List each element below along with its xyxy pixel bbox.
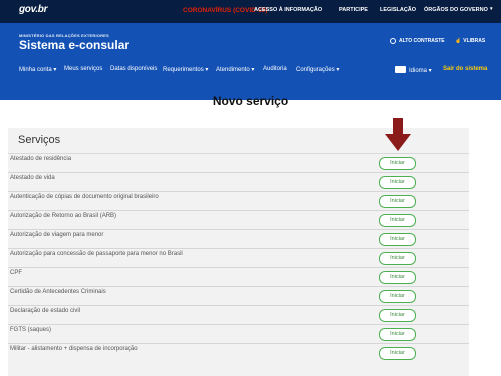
idioma-label: Idioma ▾ — [409, 68, 432, 74]
iniciar-button[interactable]: Iniciar — [379, 290, 416, 303]
service-row: Atestado de vida Iniciar — [8, 173, 469, 192]
iniciar-button[interactable]: Iniciar — [379, 271, 416, 284]
orgaos-governo-link[interactable]: ÓRGÃOS DO GOVERNO — [424, 7, 488, 13]
down-arrow-icon — [385, 118, 411, 151]
service-row: Atestado de residência Iniciar — [8, 154, 469, 173]
gov-bar: gov.br CORONAVÍRUS (COVID-19) ACESSO À I… — [0, 0, 501, 23]
system-title[interactable]: Sistema e-consular — [19, 38, 129, 52]
service-label: Certidão de Antecedentes Criminais — [10, 289, 106, 295]
iniciar-button[interactable]: Iniciar — [379, 347, 416, 360]
alto-contraste-button[interactable]: ALTO CONTRASTE — [390, 38, 445, 44]
sair-link[interactable]: Sair do sistema — [443, 66, 487, 72]
service-row: CPF Iniciar — [8, 268, 469, 287]
nav-configuracoes[interactable]: Configurações ▾ — [296, 66, 339, 73]
flag-icon — [395, 66, 406, 73]
contrast-icon — [390, 38, 396, 44]
iniciar-button[interactable]: Iniciar — [379, 309, 416, 322]
page-title: Novo serviço — [212, 94, 289, 108]
service-label: Declaração de estado civil — [10, 308, 81, 314]
iniciar-button[interactable]: Iniciar — [379, 157, 416, 170]
service-label: Autorização para concessão de passaporte… — [10, 251, 183, 257]
nav-atendimento[interactable]: Atendimento ▾ — [216, 66, 254, 73]
services-card: Serviços Atestado de residência Iniciar A… — [8, 128, 469, 376]
service-row: Autorização de Retorno ao Brasil (ARB) In… — [8, 211, 469, 230]
legislacao-link[interactable]: LEGISLAÇÃO — [380, 7, 416, 13]
service-row: Autorização para concessão de passaporte… — [8, 249, 469, 268]
vlibras-label: VLIBRAS — [463, 38, 486, 44]
nav-requerimentos[interactable]: Requerimentos ▾ — [163, 66, 208, 73]
service-row: Certidão de Antecedentes Criminais Inicia… — [8, 287, 469, 306]
idioma-select[interactable]: Idioma ▾ — [395, 66, 432, 74]
iniciar-button[interactable]: Iniciar — [379, 252, 416, 265]
iniciar-button[interactable]: Iniciar — [379, 328, 416, 341]
participe-link[interactable]: PARTICIPE — [339, 7, 368, 13]
govbr-logo[interactable]: gov.br — [19, 4, 48, 15]
service-label: Atestado de vida — [10, 175, 55, 181]
services-title: Serviços — [18, 134, 61, 146]
iniciar-button[interactable]: Iniciar — [379, 195, 416, 208]
nav-minha-conta[interactable]: Minha conta ▾ — [19, 66, 56, 73]
service-row: Autenticação de cópias de documento orig… — [8, 192, 469, 211]
acesso-informacao-link[interactable]: ACESSO À INFORMAÇÃO — [254, 7, 322, 13]
service-label: Militar - alistamento + dispensa de inco… — [10, 346, 138, 352]
alto-contraste-label: ALTO CONTRASTE — [399, 38, 445, 44]
service-row: FGTS (saques) Iniciar — [8, 325, 469, 344]
nav-datas-disponiveis[interactable]: Datas disponíveis — [110, 66, 157, 72]
hand-icon: ☝ — [455, 38, 462, 44]
service-label: Autorização de viagem para menor — [10, 232, 104, 238]
service-row: Autorização de viagem para menor Iniciar — [8, 230, 469, 249]
service-label: Atestado de residência — [10, 156, 72, 162]
site-header: MINISTÉRIO DAS RELAÇÕES EXTERIORES Siste… — [0, 23, 501, 100]
iniciar-button[interactable]: Iniciar — [379, 176, 416, 189]
iniciar-button[interactable]: Iniciar — [379, 233, 416, 246]
nav-auditoria[interactable]: Auditoria — [263, 66, 287, 72]
service-row: Militar - alistamento + dispensa de inco… — [8, 344, 469, 363]
nav-meus-servicos[interactable]: Meus serviços — [64, 66, 102, 72]
service-label: CPF — [10, 270, 22, 276]
service-label: FGTS (saques) — [10, 327, 52, 333]
chevron-down-icon[interactable]: ▾ — [490, 6, 493, 12]
vlibras-button[interactable]: ☝ VLIBRAS — [455, 38, 485, 44]
service-row: Declaração de estado civil Iniciar — [8, 306, 469, 325]
service-label: Autenticação de cópias de documento orig… — [10, 194, 159, 200]
service-label: Autorização de Retorno ao Brasil (ARB) — [10, 213, 117, 219]
iniciar-button[interactable]: Iniciar — [379, 214, 416, 227]
